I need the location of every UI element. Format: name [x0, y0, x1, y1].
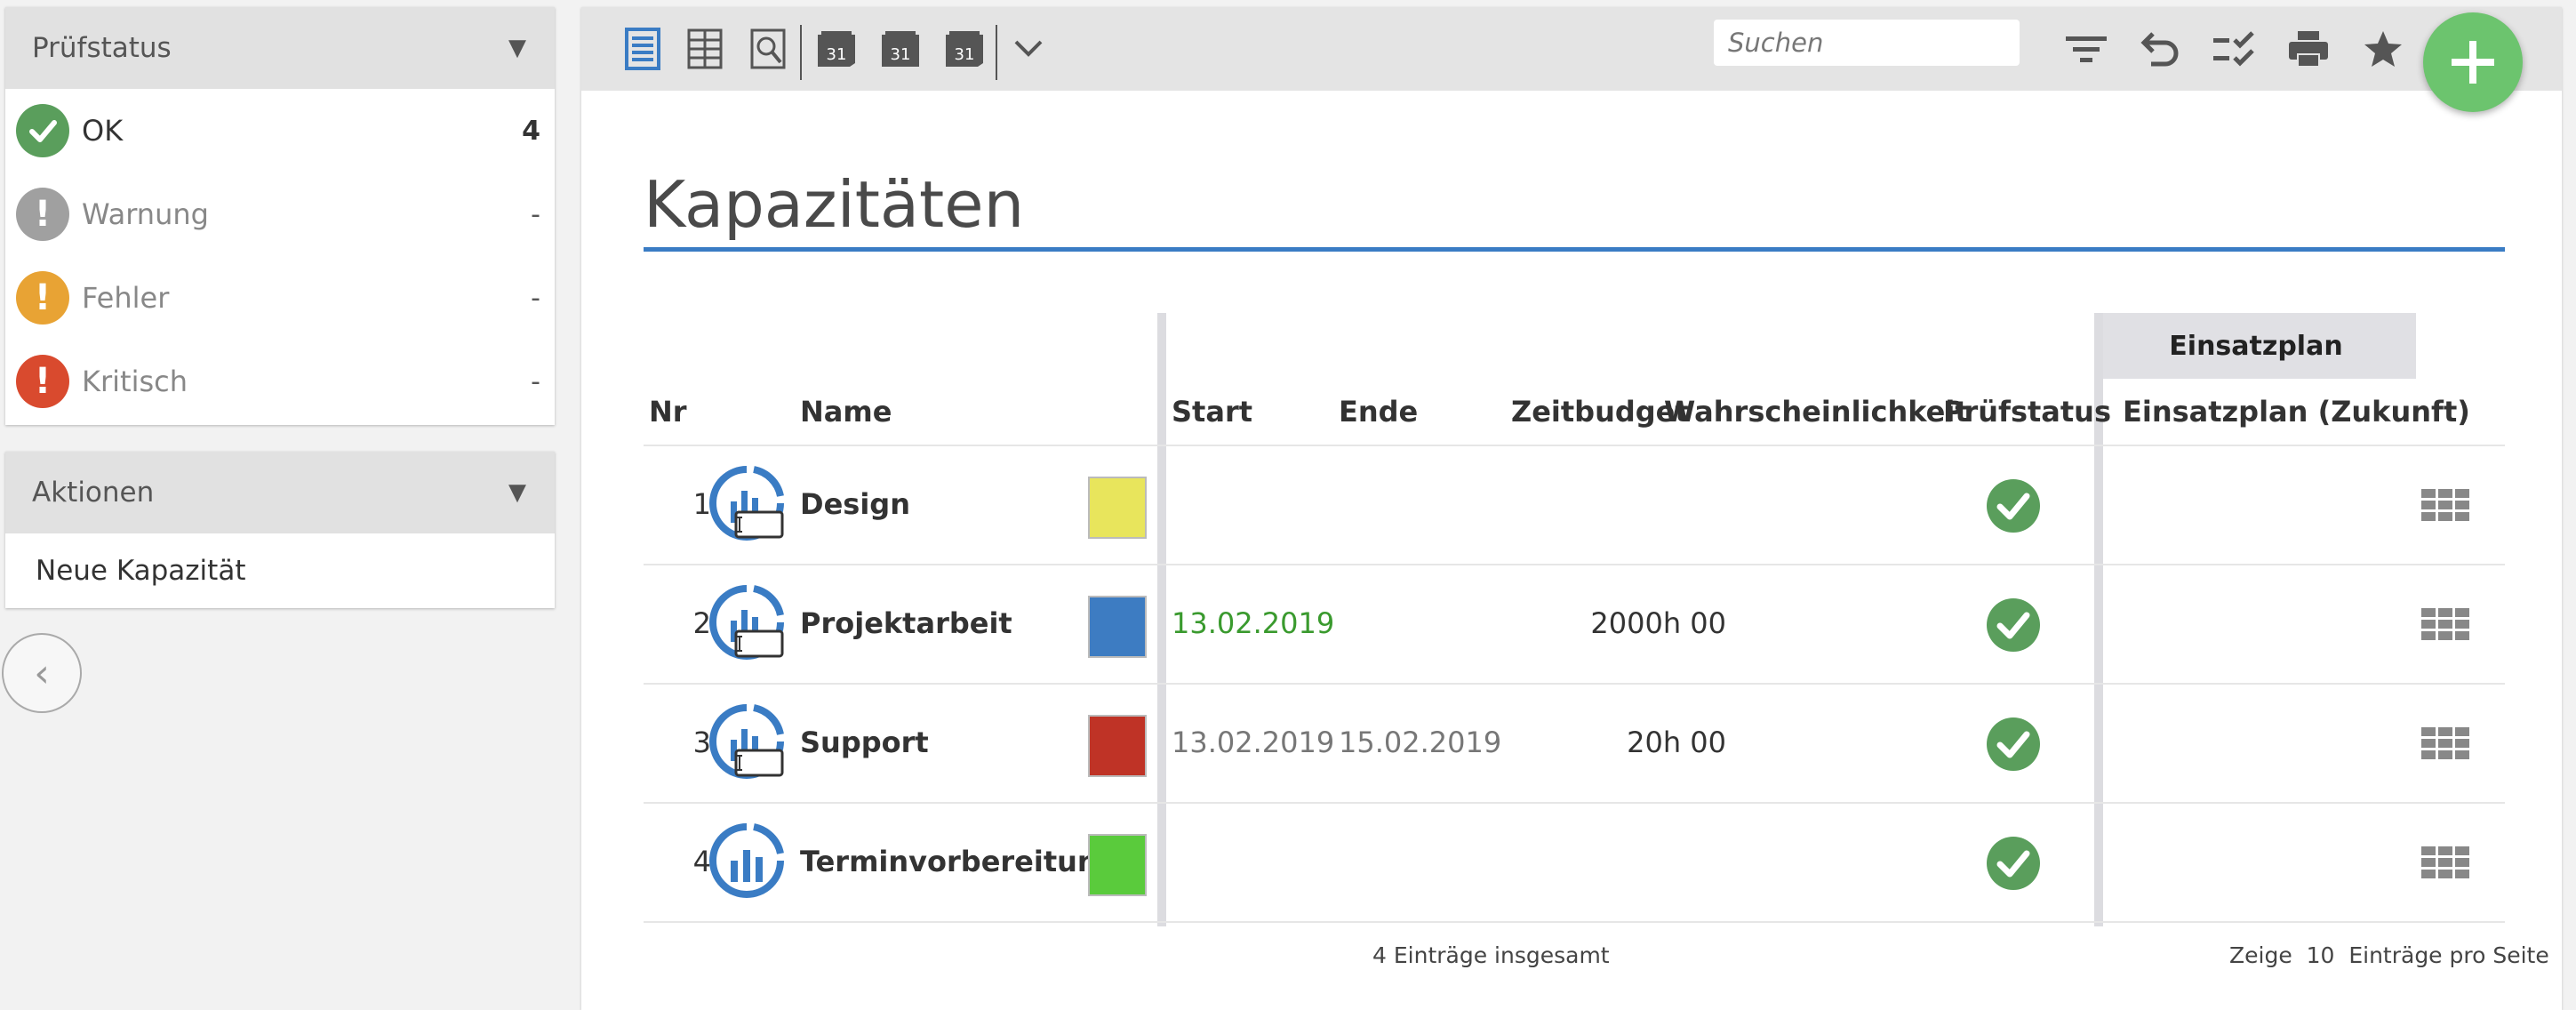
calendar-month-icon[interactable]: 31 [942, 27, 987, 71]
status-label: Warnung [82, 197, 209, 231]
search-view-icon[interactable] [747, 27, 791, 71]
add-button[interactable] [2423, 12, 2523, 112]
status-count: 4 [522, 115, 540, 147]
page-size-selector[interactable]: Zeige 10 Einträge pro Seite [2229, 942, 2549, 968]
filter-icon[interactable] [2064, 27, 2108, 71]
toolbar: 31 31 31 [581, 7, 2562, 91]
column-header-name[interactable]: Name [800, 395, 892, 429]
search-input[interactable] [1714, 20, 2020, 66]
color-swatch [1088, 715, 1147, 777]
column-header-status[interactable]: Prüfstatus [1943, 395, 2111, 429]
status-panel-title: Prüfstatus [32, 32, 172, 64]
collapse-triangle-icon[interactable]: ▼ [508, 479, 526, 506]
calendar-day-number: 31 [955, 45, 975, 64]
row-nr: 2 [692, 606, 711, 640]
color-swatch [1088, 596, 1147, 658]
table-row[interactable]: 2 Projektarbeit 13.02.2019 2000h 00 [581, 565, 2562, 683]
row-start-date: 13.02.2019 [1172, 606, 1335, 640]
status-panel-header[interactable]: Prüfstatus ▼ [5, 7, 555, 89]
actions-panel-title: Aktionen [32, 477, 155, 509]
column-header-probability[interactable]: Wahrscheinlichkeit [1664, 395, 1969, 429]
print-icon[interactable] [2286, 27, 2331, 71]
row-name: Design [800, 487, 910, 521]
column-header-end[interactable]: Ende [1339, 395, 1418, 429]
status-label: Fehler [82, 281, 170, 315]
chevron-down-icon[interactable] [1006, 27, 1051, 71]
calendar-week-icon[interactable]: 31 [878, 27, 923, 71]
row-nr: 1 [692, 487, 711, 521]
page-size-prefix: Zeige [2229, 942, 2292, 968]
toolbar-separator [800, 25, 802, 80]
status-label: OK [82, 114, 124, 148]
calendar-day-number: 31 [827, 45, 847, 64]
capacity-edit-icon[interactable] [706, 581, 788, 663]
title-underline [644, 247, 2505, 252]
color-swatch [1088, 834, 1147, 896]
grid-icon[interactable] [2421, 489, 2469, 521]
exclamation-icon: ! [16, 188, 69, 241]
plus-icon [2452, 41, 2494, 84]
chevron-left-icon: ‹ [34, 650, 50, 696]
status-filter-critical[interactable]: ! Kritisch - [5, 340, 555, 423]
page-size-value[interactable]: 10 [2307, 942, 2335, 968]
column-header-nr[interactable]: Nr [649, 395, 687, 429]
page-title: Kapazitäten [644, 167, 1025, 242]
total-entries: 4 Einträge insgesamt [1372, 942, 1610, 968]
status-count: - [531, 198, 540, 230]
capacity-edit-icon[interactable] [706, 462, 788, 544]
check-icon [1987, 717, 2040, 771]
main-content: 31 31 31 Kapazitäten E [581, 7, 2562, 1010]
status-filter-error[interactable]: ! Fehler - [5, 256, 555, 340]
grid-icon[interactable] [2421, 846, 2469, 878]
status-count: - [531, 282, 540, 314]
capacity-edit-icon[interactable] [706, 701, 788, 782]
list-view-icon[interactable] [620, 27, 665, 71]
color-swatch [1088, 477, 1147, 539]
table-row[interactable]: 1 Design [581, 446, 2562, 564]
capacity-chart-icon[interactable] [706, 820, 788, 902]
toolbar-separator [996, 25, 997, 80]
status-filter-ok[interactable]: OK 4 [5, 89, 555, 172]
grid-icon[interactable] [2421, 608, 2469, 640]
row-start-date: 13.02.2019 [1172, 725, 1335, 759]
status-panel: Prüfstatus ▼ OK 4 ! Warnung - ! Fehler -… [5, 7, 555, 425]
row-end-date: 15.02.2019 [1339, 725, 1502, 759]
new-capacity-action[interactable]: Neue Kapazität [5, 533, 555, 608]
table-row[interactable]: 4 Terminvorbereitung [581, 804, 2562, 921]
calendar-day-icon[interactable]: 31 [814, 27, 859, 71]
exclamation-icon: ! [16, 355, 69, 408]
table-view-icon[interactable] [683, 27, 727, 71]
grid-icon[interactable] [2421, 727, 2469, 759]
table-row[interactable]: 3 Support 13.02.2019 15.02.2019 20h 00 [581, 685, 2562, 802]
row-budget: 20h 00 [1627, 725, 1726, 759]
calendar-day-number: 31 [891, 45, 911, 64]
status-label: Kritisch [82, 365, 188, 398]
status-filter-warning[interactable]: ! Warnung - [5, 172, 555, 256]
collapse-sidebar-button[interactable]: ‹ [2, 633, 82, 713]
status-count: - [531, 365, 540, 397]
check-icon [16, 104, 69, 157]
star-icon[interactable] [2361, 27, 2405, 71]
checklist-icon[interactable] [2212, 27, 2256, 71]
undo-icon[interactable] [2139, 27, 2183, 71]
row-name: Terminvorbereitung [800, 845, 1118, 878]
collapse-triangle-icon[interactable]: ▼ [508, 35, 526, 61]
column-header-plan[interactable]: Einsatzplan (Zukunft) [2123, 395, 2470, 429]
row-nr: 3 [692, 725, 711, 759]
row-nr: 4 [692, 845, 711, 878]
row-divider [644, 921, 2505, 923]
actions-panel-header[interactable]: Aktionen ▼ [5, 452, 555, 533]
einsatzplan-group-header: Einsatzplan [2096, 313, 2416, 379]
check-icon [1987, 837, 2040, 890]
column-header-budget[interactable]: Zeitbudget [1511, 395, 1689, 429]
row-name: Projektarbeit [800, 606, 1012, 640]
row-budget: 2000h 00 [1590, 606, 1726, 640]
column-header-start[interactable]: Start [1172, 395, 1252, 429]
actions-panel: Aktionen ▼ Neue Kapazität [5, 452, 555, 608]
check-icon [1987, 598, 2040, 652]
page-size-suffix: Einträge pro Seite [2348, 942, 2549, 968]
row-name: Support [800, 725, 929, 759]
check-icon [1987, 479, 2040, 533]
exclamation-icon: ! [16, 271, 69, 325]
